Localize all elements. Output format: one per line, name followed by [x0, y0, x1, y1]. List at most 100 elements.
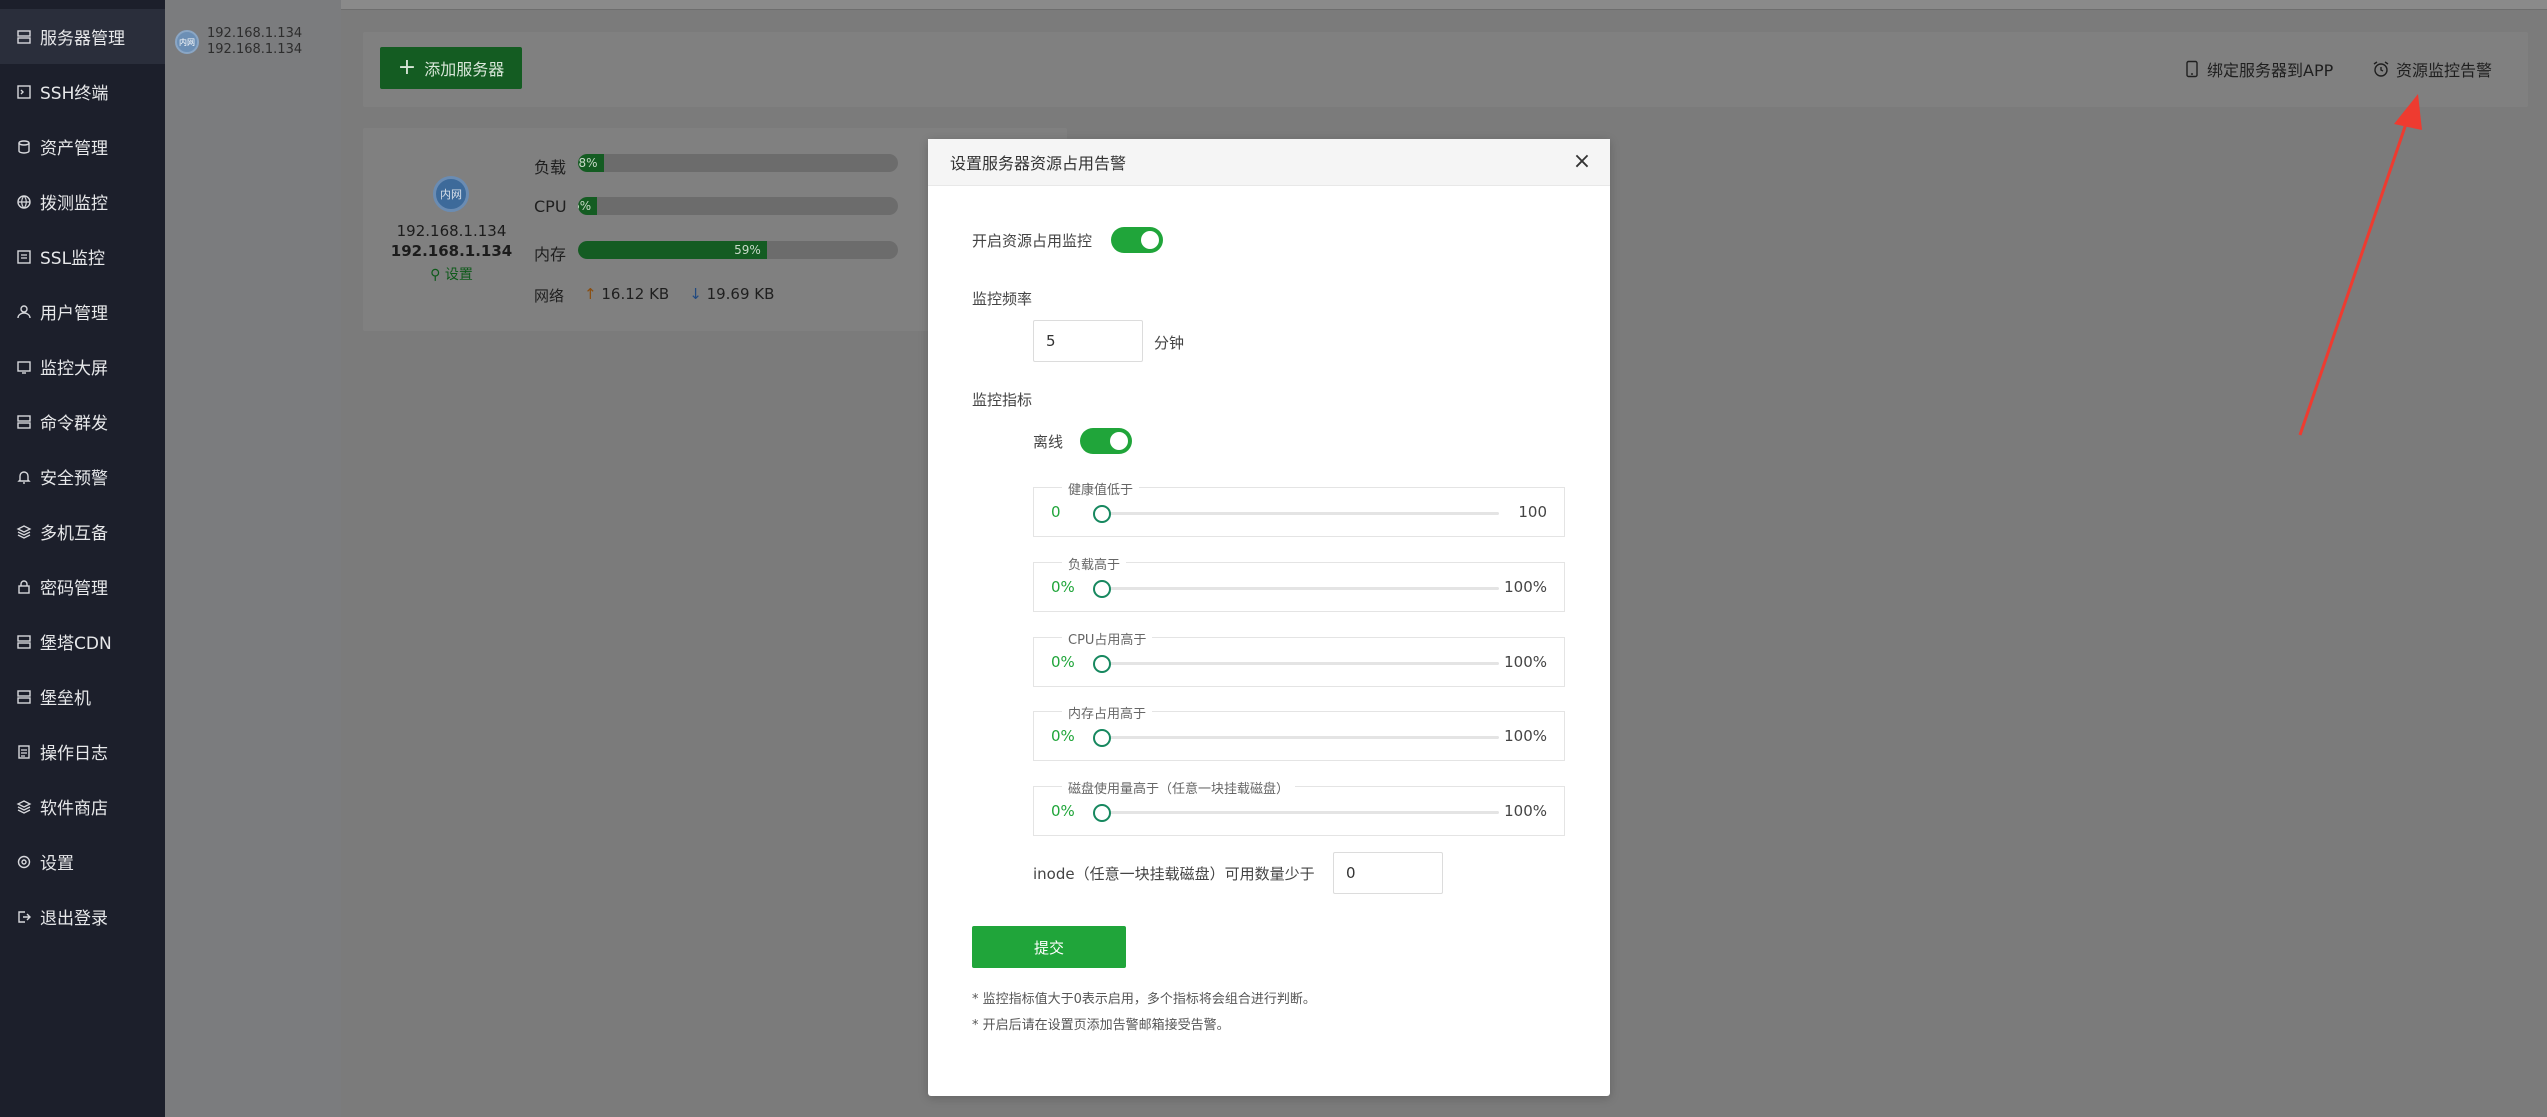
sidebar-item-label: 操作日志	[40, 744, 108, 764]
sidebar-item-multi-backup[interactable]: 多机互备	[0, 504, 165, 559]
store-icon	[16, 799, 32, 815]
sidebar-item-user-management[interactable]: 用户管理	[0, 284, 165, 339]
arrow-shaft	[2298, 111, 2412, 436]
submit-button[interactable]: 提交	[972, 926, 1126, 968]
ssl-icon	[16, 249, 32, 265]
sidebar-item-bastion[interactable]: 堡垒机	[0, 669, 165, 724]
load-bar-fill: 8%	[578, 154, 604, 172]
slider-min-value: 0	[1051, 503, 1061, 521]
slider-handle[interactable]	[1093, 804, 1111, 822]
sidebar-item-ssh-terminal[interactable]: SSH终端	[0, 64, 165, 119]
slider-min-value: 0%	[1051, 802, 1075, 820]
memory-threshold-slider: 内存占用高于 0% 100%	[1033, 703, 1565, 761]
slider-legend: 健康值低于	[1062, 479, 1140, 498]
memory-bar: 59%	[578, 241, 898, 259]
sidebar-item-asset-management[interactable]: 资产管理	[0, 119, 165, 174]
annotation-arrow	[2298, 94, 2422, 436]
resource-alert-modal: 设置服务器资源占用告警 × 开启资源占用监控 监控频率 分钟 监控指标 离线 健…	[928, 139, 1610, 1096]
server-icon	[16, 29, 32, 45]
slider-track[interactable]	[1101, 512, 1499, 515]
sidebar-item-server-management[interactable]: 服务器管理	[0, 9, 165, 64]
slider-max-value: 100%	[1504, 653, 1547, 671]
add-server-button[interactable]: + 添加服务器	[380, 47, 522, 89]
slider-handle[interactable]	[1093, 505, 1111, 523]
enable-monitor-toggle[interactable]	[1111, 227, 1163, 253]
sidebar-item-software-store[interactable]: 软件商店	[0, 779, 165, 834]
cdn-icon	[16, 634, 32, 650]
sidebar-item-label: 退出登录	[40, 909, 108, 929]
server-settings-link[interactable]: ⚲ 设置	[363, 264, 540, 284]
log-icon	[16, 744, 32, 760]
network-up-value: 16.12 KB	[601, 285, 670, 303]
note-enable-hint: * 监控指标值大于0表示启用，多个指标将会组合进行判断。	[972, 992, 1316, 1007]
sidebar-item-logout[interactable]: 退出登录	[0, 889, 165, 944]
slider-legend: 磁盘使用量高于（任意一块挂载磁盘）	[1062, 778, 1296, 797]
sidebar-item-label: 多机互备	[40, 524, 108, 544]
sidebar-item-label: 安全预警	[40, 469, 108, 489]
command-icon	[16, 414, 32, 430]
sidebar-item-cdn[interactable]: 堡塔CDN	[0, 614, 165, 669]
terminal-icon	[16, 84, 32, 100]
load-label: 负载	[534, 158, 567, 177]
slider-track[interactable]	[1101, 736, 1499, 739]
intranet-badge: 内网	[433, 176, 469, 212]
database-icon	[16, 139, 32, 155]
bastion-icon	[16, 689, 32, 705]
sidebar-item-dial-monitor[interactable]: 拨测监控	[0, 174, 165, 229]
slider-track[interactable]	[1101, 662, 1499, 665]
cpu-threshold-slider: CPU占用高于 0% 100%	[1033, 629, 1565, 687]
server-ip-line1: 192.168.1.134	[207, 26, 303, 41]
slider-min-value: 0%	[1051, 727, 1075, 745]
slider-track[interactable]	[1101, 587, 1499, 590]
logout-icon	[16, 909, 32, 925]
close-icon[interactable]: ×	[1572, 151, 1592, 173]
sidebar-item-label: 命令群发	[40, 414, 108, 434]
globe-icon	[16, 194, 32, 210]
resource-alert-link[interactable]: 资源监控告警	[2372, 57, 2492, 81]
toolbar: + 添加服务器 绑定服务器到APP 资源监控告警	[363, 32, 2528, 107]
frequency-input[interactable]	[1033, 320, 1143, 362]
offline-label: 离线	[1033, 433, 1064, 451]
server-list-panel: 内网 192.168.1.134 192.168.1.134	[165, 0, 341, 1117]
arrow-head	[2394, 94, 2422, 130]
sidebar-item-settings[interactable]: 设置	[0, 834, 165, 889]
slider-max-value: 100%	[1504, 578, 1547, 596]
slider-track[interactable]	[1101, 811, 1499, 814]
sidebar-item-operation-log[interactable]: 操作日志	[0, 724, 165, 779]
slider-handle[interactable]	[1093, 729, 1111, 747]
intranet-badge: 内网	[175, 30, 199, 54]
sidebar-item-label: 监控大屏	[40, 359, 108, 379]
sidebar-item-label: SSL监控	[40, 249, 106, 269]
sidebar-item-security-alert[interactable]: 安全预警	[0, 449, 165, 504]
offline-toggle[interactable]	[1080, 428, 1132, 454]
sidebar-item-command-broadcast[interactable]: 命令群发	[0, 394, 165, 449]
sidebar-item-ssl-monitor[interactable]: SSL监控	[0, 229, 165, 284]
server-list-item[interactable]: 内网 192.168.1.134 192.168.1.134	[175, 26, 302, 58]
memory-label: 内存	[534, 245, 567, 264]
network-down-value: 19.69 KB	[706, 285, 775, 303]
user-icon	[16, 304, 32, 320]
arrow-up-icon: ↑	[584, 285, 597, 303]
slider-handle[interactable]	[1093, 580, 1111, 598]
note-email-hint: * 开启后请在设置页添加告警邮箱接受告警。	[972, 1018, 1230, 1033]
inode-input[interactable]	[1333, 852, 1443, 894]
settings-icon	[16, 854, 32, 870]
sidebar: 服务器管理 SSH终端 资产管理 拨测监控 SSL监控 用户管理 监控大屏 命令…	[0, 0, 165, 1117]
sidebar-item-label: 用户管理	[40, 304, 108, 324]
sidebar-item-label: 资产管理	[40, 139, 108, 159]
slider-legend: 负载高于	[1062, 554, 1127, 573]
disk-threshold-slider: 磁盘使用量高于（任意一块挂载磁盘） 0% 100%	[1033, 778, 1565, 836]
slider-handle[interactable]	[1093, 655, 1111, 673]
slider-min-value: 0%	[1051, 653, 1075, 671]
add-server-label: 添加服务器	[424, 60, 505, 79]
slider-min-value: 0%	[1051, 578, 1075, 596]
memory-bar-fill: 59%	[578, 241, 767, 259]
sidebar-item-password-management[interactable]: 密码管理	[0, 559, 165, 614]
sidebar-item-monitor-screen[interactable]: 监控大屏	[0, 339, 165, 394]
bind-app-link[interactable]: 绑定服务器到APP	[2183, 57, 2333, 81]
cpu-bar: 6%	[578, 197, 898, 215]
wrench-icon: ⚲	[430, 267, 445, 283]
sidebar-item-label: 密码管理	[40, 579, 108, 599]
sidebar-item-label: 设置	[40, 854, 74, 874]
server-ip-bold: 192.168.1.134	[390, 242, 513, 260]
